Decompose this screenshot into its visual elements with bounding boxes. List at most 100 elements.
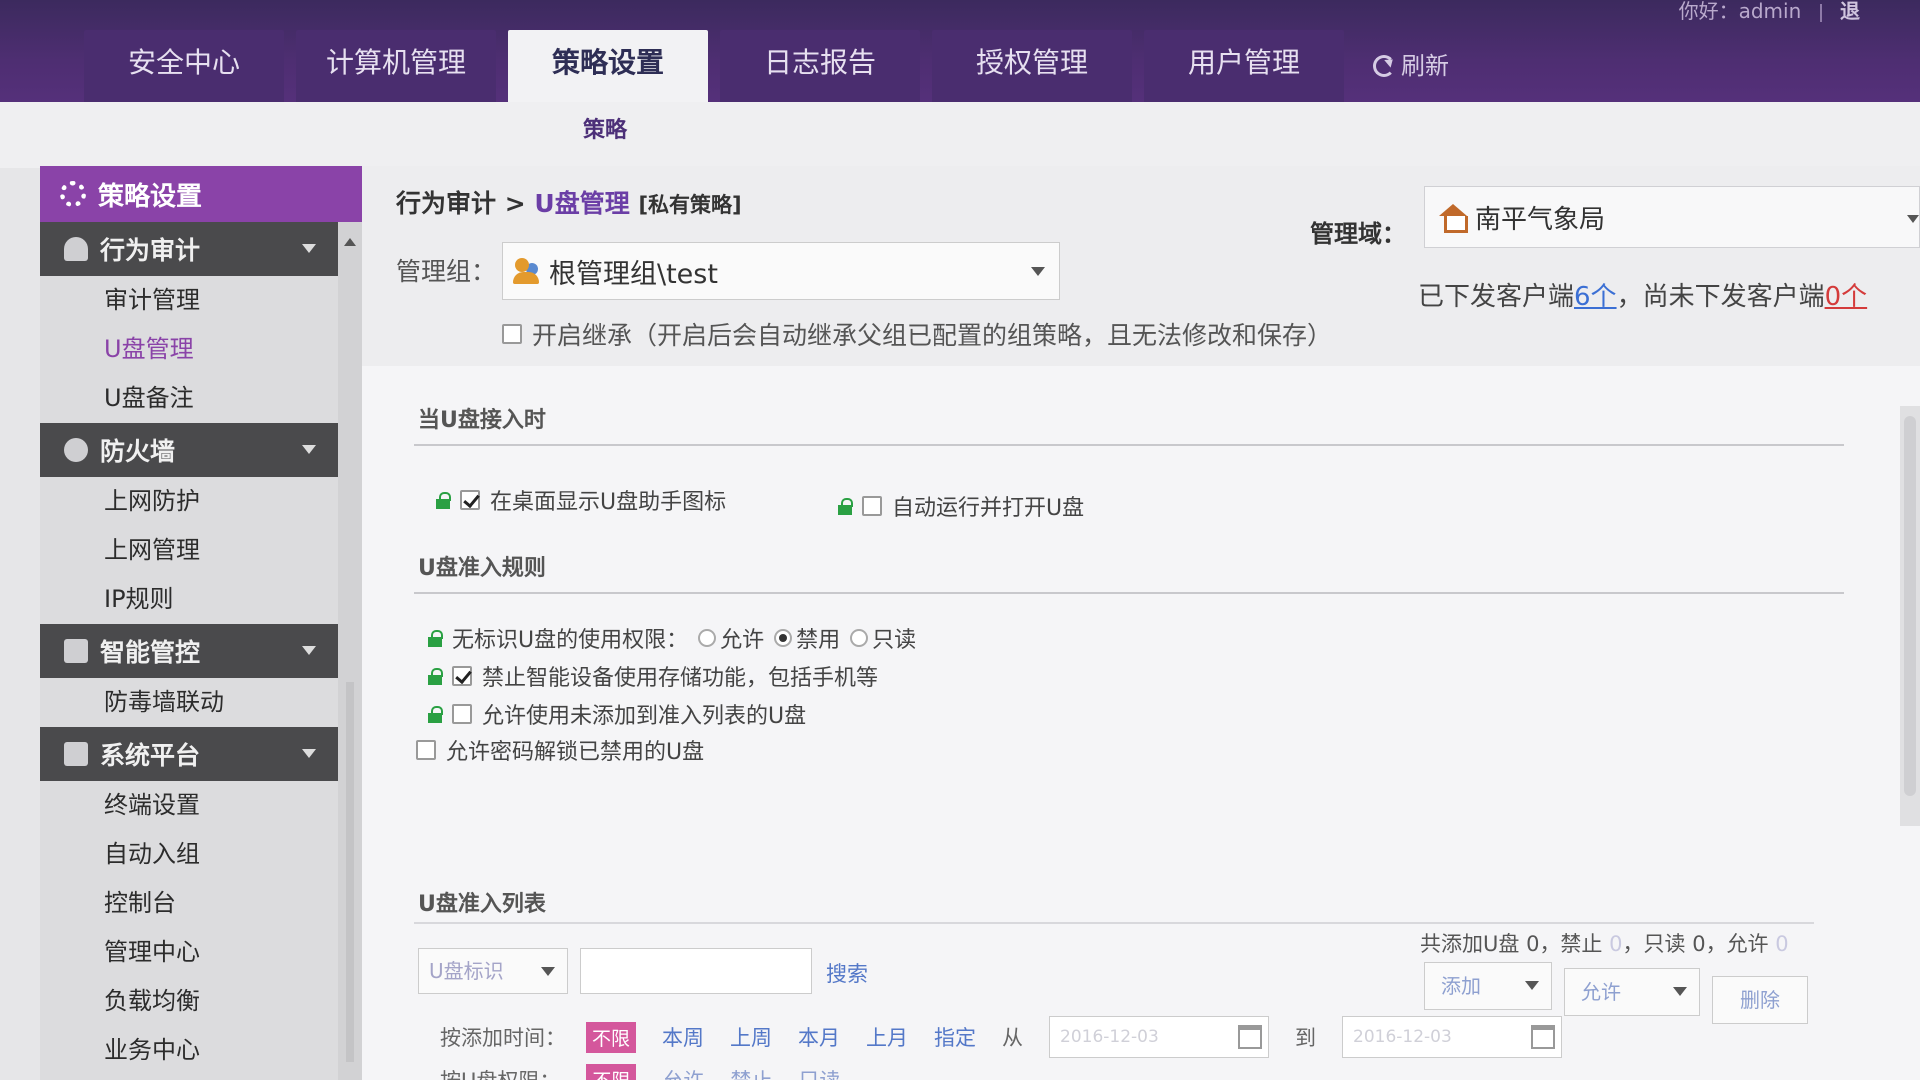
perm-allow[interactable]: 允许 — [662, 1065, 704, 1080]
sidebar-group-firewall[interactable]: 防火墙 — [40, 423, 338, 477]
lock-icon — [428, 668, 443, 685]
from-label: 从 — [1002, 1026, 1024, 1050]
time-custom[interactable]: 指定 — [934, 1022, 976, 1052]
scroll-up-icon[interactable] — [344, 232, 356, 246]
date-to-input[interactable]: 2016-12-03 — [1342, 1016, 1563, 1058]
radio-allow-input[interactable] — [698, 629, 717, 647]
permission-select[interactable]: 允许 — [1564, 968, 1700, 1016]
group-value: 根管理组\test — [549, 258, 718, 290]
search-button[interactable]: 搜索 — [826, 958, 868, 988]
tab-policy-settings[interactable]: 策略设置 — [508, 30, 708, 102]
inherit-option: 开启继承（开启后会自动继承父组已配置的组策略，且无法修改和保存） — [502, 316, 1332, 352]
block-smart-devices-checkbox[interactable] — [452, 666, 472, 686]
domain-select[interactable]: 南平气象局 — [1424, 186, 1920, 248]
sidebar-item-load-balance[interactable]: 负载均衡 — [40, 977, 338, 1026]
radio-allow[interactable]: 允许 — [698, 622, 764, 654]
time-this-week[interactable]: 本周 — [662, 1022, 704, 1052]
inherit-checkbox[interactable] — [502, 324, 522, 344]
unsent-count-link[interactable]: 0个 — [1825, 282, 1868, 312]
sidebar-item-web-management[interactable]: 上网管理 — [40, 526, 338, 575]
delete-button[interactable]: 删除 — [1712, 976, 1808, 1024]
radio-disable-input[interactable] — [774, 629, 793, 647]
permission-value: 允许 — [1581, 980, 1621, 1004]
inherit-label: 开启继承（开启后会自动继承父组已配置的组策略，且无法修改和保存） — [532, 321, 1333, 350]
sidebar-item-terminal-settings[interactable]: 终端设置 — [40, 781, 338, 830]
tab-log-report[interactable]: 日志报告 — [720, 30, 920, 102]
sidebar-item-usb-notes[interactable]: U盘备注 — [40, 374, 338, 423]
scroll-thumb[interactable] — [1904, 416, 1916, 796]
sidebar: 策略设置 行为审计 审计管理 U盘管理 U盘备注 防火墙 上网防护 上网管理 I… — [40, 166, 362, 1080]
radio-readonly[interactable]: 只读 — [850, 622, 916, 654]
tab-user-management[interactable]: 用户管理 — [1144, 30, 1344, 102]
sidebar-item-antivirus-wall[interactable]: 防毒墙联动 — [40, 678, 338, 727]
time-filter-row: 按添加时间： 不限 本周 上周 本月 上月 指定 从 2016-12-03 到 … — [440, 1016, 1563, 1058]
perm-forbid[interactable]: 禁止 — [730, 1065, 772, 1080]
rule-password-unlock: 允许密码解锁已禁用的U盘 — [416, 734, 704, 766]
sidebar-item-management-center[interactable]: 管理中心 — [40, 928, 338, 977]
rule-label: 允许使用未添加到准入列表的U盘 — [482, 704, 807, 729]
option-label: 自动运行并打开U盘 — [892, 496, 1085, 521]
top-header: 你好：admin 退 安全中心 计算机管理 策略设置 日志报告 授权管理 用户管… — [0, 0, 1920, 102]
time-last-week[interactable]: 上周 — [730, 1022, 772, 1052]
sidebar-item-audit-management[interactable]: 审计管理 — [40, 276, 338, 325]
sidebar-scrollbar[interactable] — [338, 222, 362, 1080]
permission-label: 无标识U盘的使用权限： — [452, 628, 689, 653]
rule-label: 允许密码解锁已禁用的U盘 — [446, 740, 705, 765]
rule-label: 禁止智能设备使用存储功能，包括手机等 — [482, 666, 879, 691]
option-show-desktop-icon: 在桌面显示U盘助手图标 — [436, 484, 726, 516]
sidebar-item-ip-rules[interactable]: IP规则 — [40, 575, 338, 624]
password-unlock-checkbox[interactable] — [416, 740, 436, 760]
calendar-icon[interactable] — [1531, 1025, 1556, 1049]
usb-summary: 共添加U盘 0，禁止 0，只读 0，允许 0 — [1420, 928, 1789, 958]
rule-allow-unlisted-usb: 允许使用未添加到准入列表的U盘 — [428, 698, 806, 730]
tab-security-center[interactable]: 安全中心 — [84, 30, 284, 102]
breadcrumb-separator: > — [504, 189, 526, 218]
summary-total: 0 — [1526, 932, 1540, 956]
calendar-icon[interactable] — [1238, 1025, 1263, 1049]
radio-label: 允许 — [720, 628, 765, 653]
sidebar-item-console[interactable]: 控制台 — [40, 879, 338, 928]
group-label: 系统平台 — [100, 741, 201, 770]
add-select[interactable]: 添加 — [1424, 962, 1552, 1010]
sidebar-item-auto-join-group[interactable]: 自动入组 — [40, 830, 338, 879]
tab-computer-management[interactable]: 计算机管理 — [296, 30, 496, 102]
radio-label: 只读 — [872, 628, 917, 653]
show-icon-checkbox[interactable] — [460, 490, 480, 510]
sidebar-group-system-platform[interactable]: 系统平台 — [40, 727, 338, 781]
caret-down-icon — [302, 646, 316, 662]
breadcrumb-parent[interactable]: 行为审计 — [396, 189, 496, 218]
filter-type-select[interactable]: U盘标识 — [418, 948, 568, 994]
summary-allow: 0 — [1775, 932, 1789, 956]
time-last-month[interactable]: 上月 — [866, 1022, 908, 1052]
date-from-input[interactable]: 2016-12-03 — [1049, 1016, 1270, 1058]
subtab-policy[interactable]: 策略 — [583, 112, 627, 144]
sent-label: 已下发客户端 — [1418, 282, 1575, 312]
perm-any-chip[interactable]: 不限 — [586, 1064, 637, 1080]
sent-count-link[interactable]: 6个 — [1574, 282, 1617, 312]
summary-allow-label: ，允许 — [1705, 932, 1769, 956]
perm-readonly[interactable]: 只读 — [798, 1065, 840, 1080]
time-this-month[interactable]: 本月 — [798, 1022, 840, 1052]
logout-link[interactable]: 退 — [1840, 0, 1860, 23]
refresh-icon — [1373, 55, 1395, 77]
search-input[interactable] — [580, 948, 812, 994]
main-content: 行为审计 > U盘管理 [私有策略] 管理域： 南平气象局 管理组： 根管理组\… — [362, 166, 1920, 1080]
domain-label: 管理域： — [1310, 220, 1406, 248]
radio-readonly-input[interactable] — [850, 629, 869, 647]
sidebar-item-business-center[interactable]: 业务中心 — [40, 1026, 338, 1075]
autorun-checkbox[interactable] — [862, 496, 882, 516]
sidebar-group-behavior-audit[interactable]: 行为审计 — [40, 222, 338, 276]
user-greeting: 你好：admin 退 — [1679, 0, 1860, 22]
group-select[interactable]: 根管理组\test — [502, 242, 1060, 300]
group-label: 防火墙 — [100, 437, 176, 466]
radio-disable[interactable]: 禁用 — [774, 622, 840, 654]
refresh-button[interactable]: 刷新 — [1356, 30, 1466, 102]
scroll-thumb[interactable] — [346, 682, 354, 1062]
time-any-chip[interactable]: 不限 — [586, 1021, 637, 1053]
tab-license-management[interactable]: 授权管理 — [932, 30, 1132, 102]
sidebar-item-usb-management[interactable]: U盘管理 — [40, 325, 338, 374]
main-scrollbar[interactable] — [1900, 406, 1920, 826]
sidebar-group-smart-control[interactable]: 智能管控 — [40, 624, 338, 678]
allow-unlisted-checkbox[interactable] — [452, 704, 472, 724]
sidebar-item-web-protection[interactable]: 上网防护 — [40, 477, 338, 526]
